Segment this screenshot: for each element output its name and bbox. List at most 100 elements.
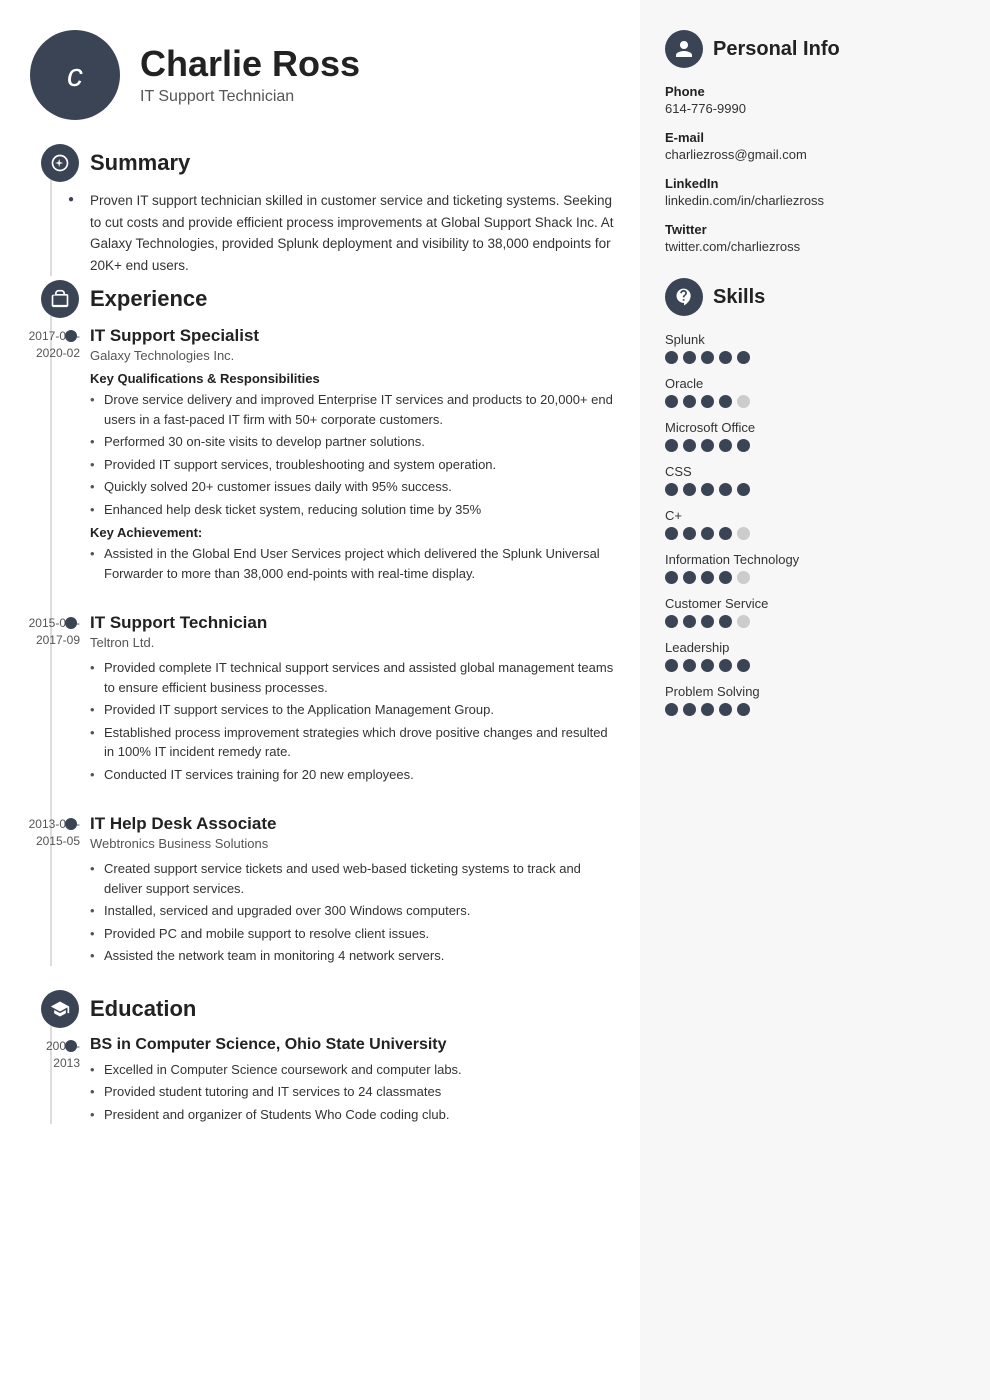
- skill-row-3: CSS: [665, 464, 965, 496]
- skills-icon: [665, 278, 703, 316]
- personal-info-items: Phone 614-776-9990 E-mail charliezross@g…: [665, 84, 965, 254]
- skill-dot: [683, 351, 696, 364]
- skill-dot: [701, 615, 714, 628]
- skill-dot: [719, 351, 732, 364]
- list-item: Assisted the network team in monitoring …: [90, 946, 620, 966]
- skill-dot: [737, 395, 750, 408]
- exp-company-3: Webtronics Business Solutions: [90, 836, 620, 851]
- skill-dots-8: [665, 703, 965, 716]
- summary-icon: [41, 144, 79, 182]
- exp-entry-1: 2017-07 -2020-02 IT Support Specialist G…: [90, 326, 620, 583]
- skill-dot: [737, 571, 750, 584]
- exp-entry-2: 2015-06 -2017-09 IT Support Technician T…: [90, 613, 620, 784]
- exp-company-2: Teltron Ltd.: [90, 635, 620, 650]
- education-header: Education: [90, 996, 620, 1022]
- skill-dot: [683, 395, 696, 408]
- pi-linkedin: LinkedIn linkedin.com/in/charliezross: [665, 176, 965, 208]
- skill-dot: [701, 395, 714, 408]
- pi-linkedin-value: linkedin.com/in/charliezross: [665, 193, 965, 208]
- experience-title: Experience: [90, 286, 207, 312]
- skill-dot: [683, 659, 696, 672]
- skill-row-6: Customer Service: [665, 596, 965, 628]
- skill-name-8: Problem Solving: [665, 684, 965, 699]
- pi-phone: Phone 614-776-9990: [665, 84, 965, 116]
- edu-bullets-1: Excelled in Computer Science coursework …: [90, 1060, 620, 1125]
- skills-list: Splunk Oracle Microsoft Office CSS C+ Informa…: [665, 332, 965, 716]
- skill-dot: [701, 571, 714, 584]
- skill-dot: [665, 615, 678, 628]
- skill-dots-2: [665, 439, 965, 452]
- skill-dot: [737, 439, 750, 452]
- skill-dot: [737, 659, 750, 672]
- exp-company-1: Galaxy Technologies Inc.: [90, 348, 620, 363]
- header-text: Charlie Ross IT Support Technician: [140, 44, 360, 106]
- skill-dot: [719, 571, 732, 584]
- skill-dot: [737, 527, 750, 540]
- skill-dots-6: [665, 615, 965, 628]
- skill-name-0: Splunk: [665, 332, 965, 347]
- skill-dot: [683, 439, 696, 452]
- skill-dot: [665, 351, 678, 364]
- edu-title-1: BS in Computer Science, Ohio State Unive…: [90, 1036, 620, 1054]
- list-item: Provided IT support services to the Appl…: [90, 700, 620, 720]
- skill-dot: [701, 659, 714, 672]
- skill-dot: [737, 483, 750, 496]
- list-item: Provided IT support services, troublesho…: [90, 455, 620, 475]
- pi-email-value: charliezross@gmail.com: [665, 147, 965, 162]
- skill-dot: [683, 571, 696, 584]
- skill-row-1: Oracle: [665, 376, 965, 408]
- personal-info-icon: [665, 30, 703, 68]
- skill-dot: [701, 703, 714, 716]
- skill-dot: [719, 703, 732, 716]
- list-item: Provided complete IT technical support s…: [90, 658, 620, 697]
- list-item: Excelled in Computer Science coursework …: [90, 1060, 620, 1080]
- skill-dot: [665, 395, 678, 408]
- right-column: Personal Info Phone 614-776-9990 E-mail …: [640, 0, 990, 1400]
- pi-phone-value: 614-776-9990: [665, 101, 965, 116]
- skill-dot: [665, 703, 678, 716]
- skill-dot: [737, 615, 750, 628]
- exp-title-1: IT Support Specialist: [90, 326, 620, 346]
- experience-section: Experience 2017-07 -2020-02 IT Support S…: [30, 286, 620, 966]
- list-item: Assisted in the Global End User Services…: [90, 544, 620, 583]
- skills-header: Skills: [665, 278, 965, 316]
- edu-dot-1: [65, 1040, 77, 1052]
- pi-email-label: E-mail: [665, 130, 965, 145]
- skill-name-3: CSS: [665, 464, 965, 479]
- list-item: Conducted IT services training for 20 ne…: [90, 765, 620, 785]
- experience-icon: [41, 280, 79, 318]
- skill-name-1: Oracle: [665, 376, 965, 391]
- pi-email: E-mail charliezross@gmail.com: [665, 130, 965, 162]
- skill-row-5: Information Technology: [665, 552, 965, 584]
- list-item: Provided student tutoring and IT service…: [90, 1082, 620, 1102]
- skills-title: Skills: [713, 286, 765, 309]
- exp-bullets-1b: Assisted in the Global End User Services…: [90, 544, 620, 583]
- skill-dot: [665, 483, 678, 496]
- experience-header: Experience: [90, 286, 620, 312]
- header: c Charlie Ross IT Support Technician: [30, 30, 620, 120]
- list-item: Provided PC and mobile support to resolv…: [90, 924, 620, 944]
- exp-entry-3: 2013-06 -2015-05 IT Help Desk Associate …: [90, 814, 620, 966]
- list-item: Quickly solved 20+ customer issues daily…: [90, 477, 620, 497]
- skill-row-2: Microsoft Office: [665, 420, 965, 452]
- candidate-name: Charlie Ross: [140, 44, 360, 84]
- exp-bullets-3: Created support service tickets and used…: [90, 859, 620, 966]
- exp-bullets-2: Provided complete IT technical support s…: [90, 658, 620, 784]
- skill-row-7: Leadership: [665, 640, 965, 672]
- skill-dot: [719, 527, 732, 540]
- resume-wrapper: c Charlie Ross IT Support Technician Sum…: [0, 0, 990, 1400]
- skill-row-4: C+: [665, 508, 965, 540]
- skill-row-0: Splunk: [665, 332, 965, 364]
- summary-header: Summary: [90, 150, 620, 176]
- skill-dot: [665, 439, 678, 452]
- compass-icon: [50, 153, 70, 173]
- list-item: Installed, serviced and upgraded over 30…: [90, 901, 620, 921]
- list-item: Established process improvement strategi…: [90, 723, 620, 762]
- exp-bullets-1a: Drove service delivery and improved Ente…: [90, 390, 620, 519]
- summary-section: Summary Proven IT support technician ski…: [30, 150, 620, 276]
- exp-subheader-1b: Key Achievement:: [90, 525, 620, 540]
- left-column: c Charlie Ross IT Support Technician Sum…: [0, 0, 640, 1400]
- skill-dot: [701, 483, 714, 496]
- pi-twitter-value: twitter.com/charliezross: [665, 239, 965, 254]
- briefcase-icon: [50, 289, 70, 309]
